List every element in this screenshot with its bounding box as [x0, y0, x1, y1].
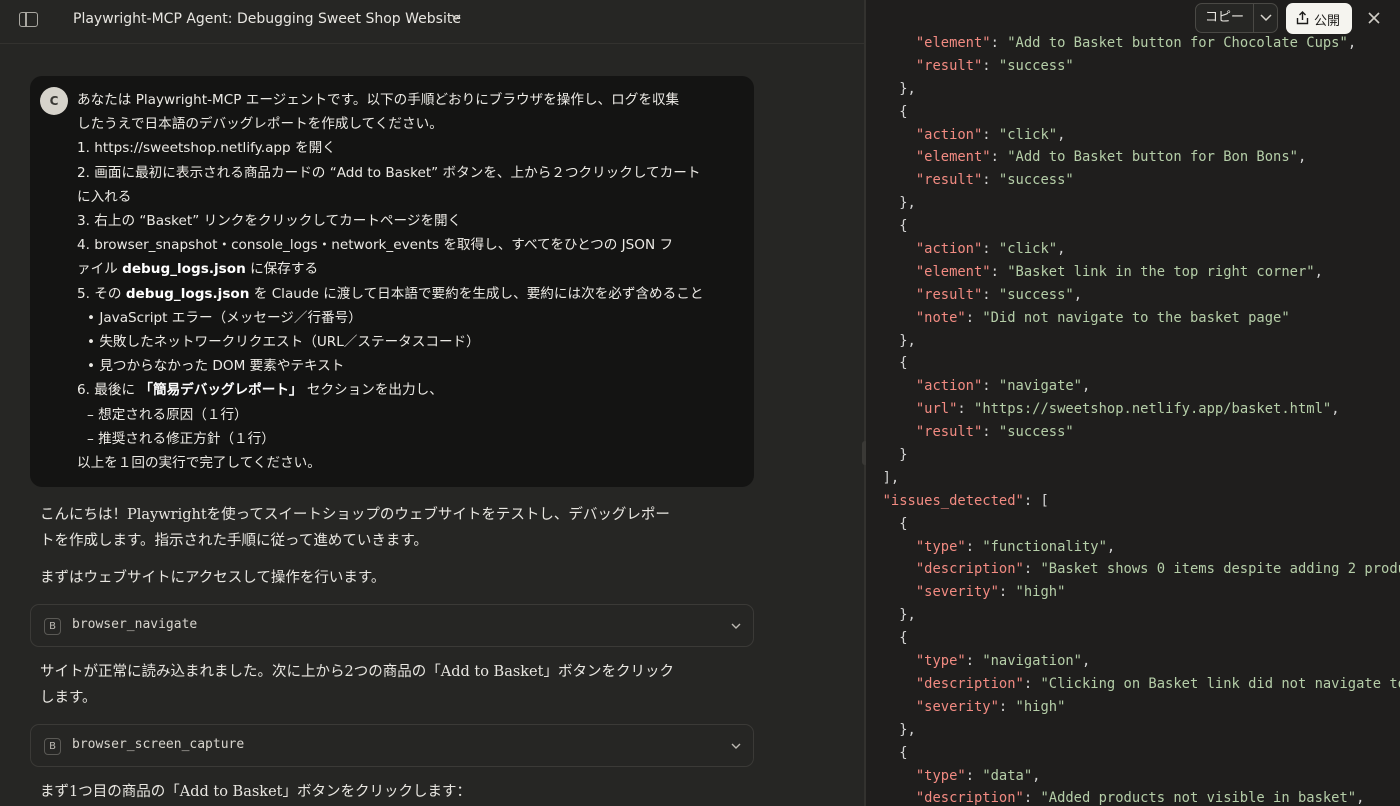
code-line: }, — [866, 332, 916, 349]
prompt-line: 6. 最後に 「簡易デバッグレポート」 セクションを出力し、 — [77, 382, 443, 399]
json-code-view: "element": "Add to Basket button for Cho… — [866, 32, 1400, 806]
prompt-line: 4. browser_snapshot・console_logs・network… — [77, 237, 674, 254]
code-line: "description": "Basket shows 0 items des… — [915, 561, 1400, 578]
code-line: { — [866, 630, 908, 647]
code-line: { — [866, 744, 908, 761]
text-line: します。 — [40, 690, 97, 706]
close-icon[interactable] — [1366, 10, 1382, 26]
publish-label: 公開 — [1314, 14, 1341, 29]
code-line: "severity": "high" — [915, 584, 1066, 601]
code-line: "description": "Added products not visib… — [915, 790, 1365, 806]
prompt-line: 以上を１回の実行で完了してください。 — [77, 455, 321, 472]
code-line: "element": "Add to Basket button for Bon… — [915, 149, 1307, 166]
assistant-paragraph: こんにちは！Playwrightを使ってスイートショップのウェブサイトをテストし… — [40, 502, 730, 554]
code-line: }, — [866, 80, 916, 97]
copy-options-button[interactable] — [1254, 4, 1278, 32]
code-line: "action": "click", — [915, 241, 1066, 258]
prompt-line: ァイル debug_logs.json に保存する — [77, 261, 319, 278]
publish-button[interactable]: 公開 — [1286, 3, 1352, 34]
sidebar-toggle-icon[interactable] — [19, 12, 38, 27]
code-line: "action": "click", — [915, 126, 1066, 143]
code-line: { — [866, 515, 908, 532]
prompt-line: • JavaScript エラー（メッセージ／行番号） — [87, 309, 362, 326]
tool-call-browser-screen-capture[interactable]: B browser_screen_capture — [30, 724, 754, 767]
code-line: "url": "https://sweetshop.netlify.app/ba… — [915, 401, 1340, 418]
text-line: こんにちは！Playwrightを使ってスイートショップのウェブサイトをテストし… — [40, 507, 670, 523]
copy-button-group: コピー — [1195, 3, 1278, 33]
tool-name: browser_screen_capture — [72, 737, 245, 752]
code-line: } — [866, 447, 908, 464]
code-line: "element": "Basket link in the top right… — [915, 263, 1323, 280]
chevron-down-icon[interactable] — [451, 12, 461, 22]
code-line: }, — [866, 195, 916, 212]
share-icon — [1296, 11, 1309, 25]
code-line: "type": "functionality", — [915, 538, 1116, 555]
prompt-line: 2. 画面に最初に表示される商品カードの “Add to Basket” ボタン… — [77, 164, 701, 181]
prompt-line: 3. 右上の “Basket” リンクをクリックしてカートページを開く — [77, 213, 462, 230]
code-line: { — [866, 218, 908, 235]
code-line: "severity": "high" — [915, 698, 1066, 715]
prompt-line: 1. https://sweetshop.netlify.app を開く — [77, 140, 336, 157]
code-line: "description": "Clicking on Basket link … — [915, 675, 1400, 692]
tool-badge: B — [44, 618, 61, 635]
code-line: { — [866, 103, 908, 120]
code-line: "type": "data", — [915, 767, 1041, 784]
chat-header: Playwright-MCP Agent: Debugging Sweet Sh… — [0, 0, 864, 44]
text-line: サイトが正常に読み込まれました。次に上から2つの商品の「Add to Baske… — [40, 664, 674, 680]
code-line: ], — [866, 469, 900, 486]
assistant-paragraph: まずはウェブサイトにアクセスして操作を行います。 — [40, 570, 386, 586]
tool-call-browser-navigate[interactable]: B browser_navigate — [30, 604, 754, 647]
code-line: "action": "navigate", — [915, 378, 1091, 395]
chat-pane: Playwright-MCP Agent: Debugging Sweet Sh… — [0, 0, 864, 806]
code-line: "result": "success" — [915, 424, 1074, 441]
code-line: { — [866, 355, 908, 372]
user-message-text: あなたは Playwright-MCP エージェントです。以下の手順どおりにブラ… — [77, 88, 737, 475]
assistant-paragraph: サイトが正常に読み込まれました。次に上から2つの商品の「Add to Baske… — [40, 659, 730, 711]
code-line: }, — [866, 721, 916, 738]
code-line: "result": "success", — [915, 286, 1082, 303]
prompt-line: – 想定される原因（１行） — [87, 406, 248, 423]
chevron-down-icon[interactable] — [731, 621, 741, 631]
code-line: "note": "Did not navigate to the basket … — [915, 309, 1290, 326]
prompt-line: – 推奨される修正方針（１行） — [87, 430, 275, 447]
prompt-line: したうえで日本語のデバッグレポートを作成してください。 — [77, 116, 443, 133]
prompt-line: • 失敗したネットワークリクエスト（URL／ステータスコード） — [87, 334, 480, 351]
prompt-line: に入れる — [77, 188, 132, 205]
user-message: C あなたは Playwright-MCP エージェントです。以下の手順どおりに… — [30, 76, 754, 487]
prompt-line: あなたは Playwright-MCP エージェントです。以下の手順どおりにブラ… — [77, 92, 680, 108]
tool-badge: B — [44, 738, 61, 755]
code-line: "result": "success" — [915, 57, 1074, 74]
prompt-line: • 見つからなかった DOM 要素やテキスト — [87, 358, 345, 375]
text-line: トを作成します。指示された手順に従って進めていきます。 — [40, 533, 428, 549]
copy-button[interactable]: コピー — [1196, 4, 1254, 32]
assistant-paragraph: まず1つ目の商品の「Add to Basket」ボタンをクリックします： — [40, 784, 471, 800]
code-line: "type": "navigation", — [915, 653, 1091, 670]
code-line: }, — [866, 607, 916, 624]
chevron-down-icon — [1260, 14, 1272, 22]
prompt-line: 5. その debug_logs.json を Claude に渡して日本語で要… — [77, 285, 704, 302]
avatar: C — [40, 87, 68, 115]
tool-name: browser_navigate — [72, 617, 198, 632]
code-line: "result": "success" — [915, 172, 1074, 189]
code-line: "issues_detected": [ — [882, 492, 1049, 509]
conversation-title[interactable]: Playwright-MCP Agent: Debugging Sweet Sh… — [73, 11, 461, 27]
artifact-pane: "element": "Add to Basket button for Cho… — [866, 0, 1400, 806]
code-line: "element": "Add to Basket button for Cho… — [915, 35, 1357, 51]
chevron-down-icon[interactable] — [731, 741, 741, 751]
